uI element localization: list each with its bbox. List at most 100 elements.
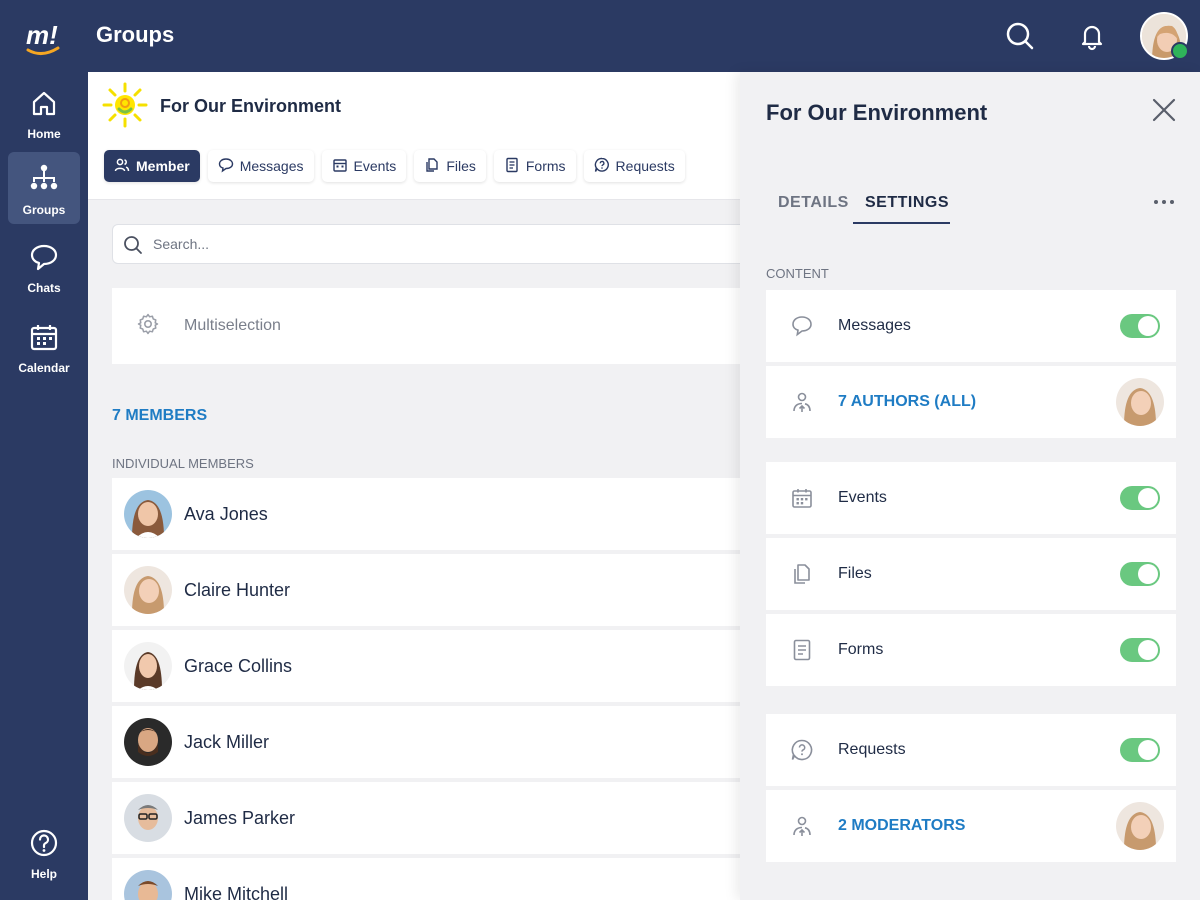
member-row[interactable]: Jack Miller	[112, 706, 740, 778]
bell-icon[interactable]	[1074, 18, 1110, 54]
calendar-icon	[29, 322, 59, 357]
moderators-link[interactable]: 2 MODERATORS	[838, 817, 965, 835]
content-section-heading: CONTENT	[766, 266, 829, 281]
online-status-icon	[1171, 42, 1189, 60]
person-upload-icon	[790, 814, 814, 838]
active-tab-indicator	[853, 222, 950, 224]
setting-row-authors[interactable]: 7 AUTHORS (ALL)	[766, 366, 1176, 438]
setting-label: Files	[838, 565, 872, 582]
setting-label: Forms	[838, 641, 884, 658]
member-name: Claire Hunter	[184, 579, 291, 600]
group-tabs: Member Messages Events Files Forms Reque…	[104, 150, 685, 182]
avatar	[124, 566, 172, 614]
sidebar-item-label: Help	[30, 867, 57, 881]
avatar	[124, 642, 172, 690]
authors-link[interactable]: 7 AUTHORS (ALL)	[838, 393, 976, 411]
svg-text:m!: m!	[26, 20, 58, 50]
app-logo[interactable]: m!	[24, 14, 64, 58]
setting-row-files: Files	[766, 538, 1176, 610]
avatar	[124, 794, 172, 842]
panel-title: For Our Environment	[766, 100, 988, 125]
member-name: Mike Mitchell	[184, 883, 289, 900]
tab-forms[interactable]: Forms	[493, 150, 576, 182]
forms-icon	[504, 157, 520, 176]
forms-toggle[interactable]	[1120, 638, 1160, 662]
page-title: Groups	[96, 22, 175, 47]
tab-label: Forms	[525, 158, 566, 174]
tab-label: Files	[446, 158, 476, 174]
tab-events[interactable]: Events	[321, 150, 407, 182]
avatar	[1116, 802, 1164, 850]
person-upload-icon	[790, 390, 814, 414]
setting-row-forms: Forms	[766, 614, 1176, 686]
close-icon[interactable]	[1150, 96, 1178, 124]
messages-toggle[interactable]	[1120, 314, 1160, 338]
tab-label: Member	[136, 158, 190, 174]
member-row[interactable]: Ava Jones	[112, 478, 740, 550]
sidebar-item-label: Calendar	[18, 361, 70, 375]
sidebar-item-label: Home	[27, 127, 61, 141]
tab-messages[interactable]: Messages	[207, 150, 314, 182]
group-main: For Our Environment Member Messages Even…	[88, 72, 740, 900]
files-icon	[424, 157, 440, 176]
member-name: Grace Collins	[184, 655, 293, 676]
message-icon	[790, 314, 814, 338]
multiselection-button[interactable]: Multiselection	[112, 288, 740, 364]
avatar	[1116, 378, 1164, 426]
files-icon	[790, 562, 814, 586]
gear-icon	[112, 312, 160, 341]
requests-icon	[790, 738, 814, 762]
setting-row-moderators[interactable]: 2 MODERATORS	[766, 790, 1176, 862]
multiselection-label: Multiselection	[184, 317, 281, 334]
setting-row-requests: Requests	[766, 714, 1176, 786]
events-toggle[interactable]	[1120, 486, 1160, 510]
setting-label: Events	[838, 489, 887, 506]
sidebar-item-label: Chats	[27, 281, 61, 295]
more-options-icon[interactable]	[1150, 192, 1178, 212]
sidebar: Home Groups Chats Calendar Help	[0, 72, 88, 900]
sidebar-item-home[interactable]: Home	[8, 78, 80, 150]
files-toggle[interactable]	[1120, 562, 1160, 586]
tab-details[interactable]: DETAILS	[778, 194, 849, 212]
tab-files[interactable]: Files	[414, 150, 486, 182]
calendar-icon	[332, 157, 348, 176]
sidebar-item-groups[interactable]: Groups	[8, 152, 80, 224]
sidebar-item-chats[interactable]: Chats	[8, 232, 80, 304]
tab-member[interactable]: Member	[104, 150, 200, 182]
tab-settings[interactable]: SETTINGS	[865, 194, 949, 212]
message-icon	[218, 157, 234, 176]
search-input[interactable]	[153, 233, 713, 255]
member-name: Ava Jones	[184, 503, 268, 524]
requests-icon	[594, 157, 610, 176]
requests-toggle[interactable]	[1120, 738, 1160, 762]
help-icon	[29, 828, 59, 863]
chat-icon	[29, 242, 59, 277]
setting-label: Requests	[838, 741, 906, 758]
tab-requests[interactable]: Requests	[583, 150, 685, 182]
calendar-icon	[790, 486, 814, 510]
search-bar	[112, 224, 740, 264]
search-icon[interactable]	[1002, 18, 1038, 54]
setting-row-events: Events	[766, 462, 1176, 534]
sidebar-item-help[interactable]: Help	[8, 818, 80, 890]
group-title: For Our Environment	[160, 96, 342, 116]
sidebar-item-calendar[interactable]: Calendar	[8, 312, 80, 384]
setting-label: Messages	[838, 317, 911, 334]
group-header: For Our Environment Member Messages Even…	[88, 72, 740, 200]
sidebar-item-label: Groups	[22, 203, 66, 217]
member-row[interactable]: Mike Mitchell	[112, 858, 740, 900]
groups-icon	[28, 162, 60, 199]
tab-label: Events	[353, 158, 397, 174]
avatar	[124, 870, 172, 900]
members-count-link[interactable]: 7 MEMBERS	[112, 407, 207, 425]
home-icon	[29, 88, 59, 123]
sun-logo-icon	[102, 82, 148, 128]
member-row[interactable]: Grace Collins	[112, 630, 740, 702]
member-row[interactable]: Claire Hunter	[112, 554, 740, 626]
search-icon	[123, 235, 143, 260]
setting-row-messages: Messages	[766, 290, 1176, 362]
member-row[interactable]: James Parker	[112, 782, 740, 854]
member-name: James Parker	[184, 807, 296, 828]
member-name: Jack Miller	[184, 731, 270, 752]
avatar	[124, 490, 172, 538]
